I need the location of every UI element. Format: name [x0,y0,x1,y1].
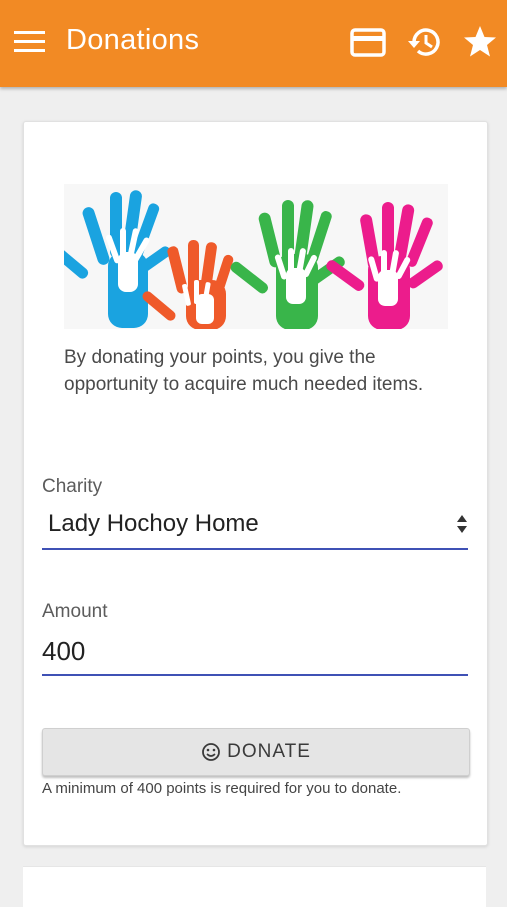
amount-label: Amount [42,601,108,622]
charity-value: Lady Hochoy Home [48,510,259,537]
amount-value: 400 [42,636,86,666]
card-button[interactable] [349,22,387,62]
donation-card: By donating your points, you give the op… [23,121,488,846]
charity-select[interactable]: Lady Hochoy Home [42,502,468,550]
star-icon [464,26,496,57]
history-icon [408,28,440,56]
amount-field[interactable]: 400 [42,630,468,676]
minimum-points-hint: A minimum of 400 points is required for … [42,780,402,797]
menu-button[interactable] [14,28,46,56]
favorites-button[interactable] [461,22,499,62]
credit-card-icon [350,28,386,57]
history-button[interactable] [405,22,443,62]
helping-hands-image [64,184,448,329]
intro-text: By donating your points, you give the op… [64,347,424,395]
menu-icon [14,31,45,52]
page-title: Donations [66,24,200,56]
donate-label: DONATE [227,741,311,762]
app-bar: Donations [0,0,507,87]
donate-button[interactable]: DONATE [42,728,470,776]
smile-icon [202,743,221,761]
select-arrows-icon [457,515,467,533]
next-card [23,866,486,907]
charity-label: Charity [42,476,103,497]
